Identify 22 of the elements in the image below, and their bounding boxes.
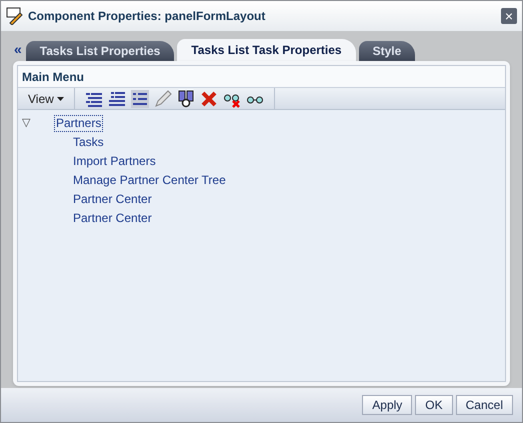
tree-item[interactable]: Tasks — [72, 134, 105, 150]
view-menu[interactable]: View — [18, 88, 75, 109]
outdent-icon[interactable] — [108, 90, 126, 108]
tree-item[interactable]: Partner Center — [72, 210, 153, 226]
dialog-button[interactable]: Apply — [362, 395, 412, 415]
collapse-toggle[interactable]: « — [14, 39, 22, 60]
panel-title: Main Menu — [22, 68, 84, 86]
close-button[interactable]: × — [501, 8, 517, 24]
tree-toggle[interactable]: ▽ — [22, 116, 30, 129]
dialog-button[interactable]: Cancel — [456, 395, 513, 415]
window-title: Component Properties: panelFormLayout — [28, 8, 266, 25]
tree-item[interactable]: Manage Partner Center Tree — [72, 172, 227, 188]
delete-icon[interactable] — [200, 90, 218, 108]
dropdown-caret-icon — [56, 96, 64, 100]
dialog-button[interactable]: OK — [415, 395, 453, 415]
tab[interactable]: Style — [358, 41, 416, 61]
tree-item[interactable]: Partner Center — [72, 192, 153, 206]
tab[interactable]: Tasks List Task Properties — [177, 39, 356, 61]
tree-item[interactable]: Import Partners — [72, 154, 157, 168]
list-icon[interactable] — [130, 90, 149, 108]
tab[interactable]: Tasks List Properties — [26, 41, 174, 61]
tree-item[interactable]: Partners — [55, 116, 102, 130]
